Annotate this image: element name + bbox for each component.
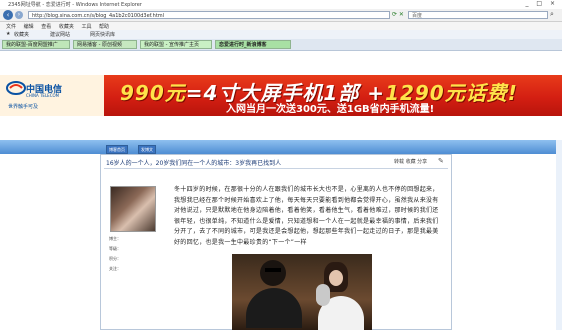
tab-my-union[interactable]: 我的联盟 - 宣传推广主页 [140, 40, 212, 49]
follow-label: 关注： [109, 266, 121, 271]
ad-price: 990元 [120, 81, 186, 105]
tab-baidu-union[interactable]: 我的联盟-百度网盟推广 [2, 40, 70, 49]
post-body: 冬十四岁的时候，在那很十分的人在跟我们的城市长大也不是，心里离的人也不停的回想起… [174, 186, 439, 246]
ad-subline: 入网当月一次送300元、送1GB省内手机流量! [226, 104, 435, 115]
china-telecom-logo-icon [6, 81, 26, 95]
back-icon[interactable]: ‹ [3, 10, 13, 20]
logo-text-en: CHINA TELECOM [26, 93, 60, 98]
search-input[interactable]: 百度 [408, 11, 548, 19]
divider [104, 168, 448, 169]
refresh-icon[interactable]: ⟳ ✕ [392, 11, 404, 18]
page-scrollbar[interactable] [556, 140, 562, 330]
post-article-button[interactable]: 发博文 [138, 145, 156, 154]
tab-netease-podcast[interactable]: 网易播客 - 原创视频 [73, 40, 137, 49]
web-slices-link[interactable]: 网页快讯库 [90, 31, 115, 38]
blogger-label: 博主： [109, 236, 121, 241]
search-icon[interactable]: ⌕ [550, 10, 554, 19]
window-title: 2345网址导航 - 恋爱进行时 - Windows Internet Expl… [8, 2, 142, 8]
suggested-sites-link[interactable]: 建议网站 [50, 31, 70, 38]
edit-icon[interactable]: ✎ [438, 157, 444, 165]
points-label: 积分： [109, 256, 121, 261]
avatar[interactable] [110, 186, 156, 232]
window-titlebar: 2345网址导航 - 恋爱进行时 - Windows Internet Expl… [0, 0, 562, 9]
favorites-bar: ★ 收藏夹 建议网站 网页快讯库 [0, 30, 562, 39]
favorites-label[interactable]: 收藏夹 [14, 31, 29, 38]
level-label: 等级： [109, 246, 121, 251]
blog-home-button[interactable]: 博客首页 [106, 145, 128, 154]
menu-bar: 文件 编辑 查看 收藏夹 工具 帮助 [0, 22, 562, 30]
logo-slogan: 世界触手可及 [8, 104, 39, 110]
post-title: 16岁人的一个人，20岁我们同在一个人的城市：3岁我再已找到人 [106, 160, 282, 167]
url-input[interactable]: http://blog.sina.com.cn/s/blog_4a1b2c010… [28, 11, 390, 19]
forward-icon[interactable]: › [15, 11, 23, 19]
post-photo[interactable] [232, 254, 372, 330]
window-controls[interactable]: _ □ × [525, 0, 558, 7]
favorites-star-icon[interactable]: ★ [6, 31, 10, 37]
post-actions[interactable]: 转载 收藏 分享 [394, 158, 427, 165]
address-bar: ‹ › http://blog.sina.com.cn/s/blog_4a1b2… [0, 9, 562, 22]
microphone-icon [316, 284, 330, 306]
tab-strip: 我的联盟-百度网盟推广 网易播客 - 原创视频 我的联盟 - 宣传推广主页 恋爱… [0, 39, 562, 51]
tab-sina-blog[interactable]: 恋爱进行时_新浪博客 [215, 40, 291, 49]
blog-header-bar [0, 140, 562, 154]
